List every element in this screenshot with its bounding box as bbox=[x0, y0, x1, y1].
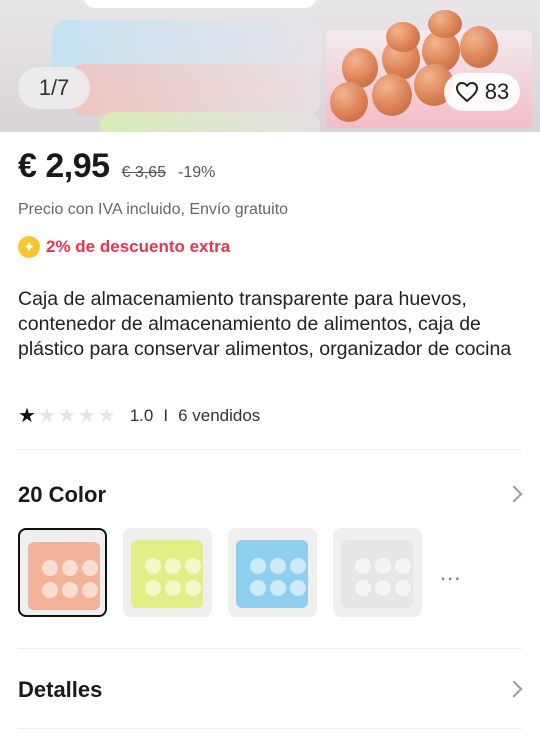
chevron-right-icon[interactable] bbox=[508, 683, 522, 697]
discount-percent: -19% bbox=[178, 164, 216, 181]
star-filled-icon: ★ bbox=[18, 405, 36, 427]
egg-slot bbox=[165, 558, 181, 574]
egg-slot bbox=[395, 558, 411, 574]
star-empty-icon: ★ bbox=[77, 405, 96, 427]
egg-slot bbox=[62, 560, 78, 576]
star-empty-icon: ★ bbox=[57, 405, 76, 427]
egg-slot bbox=[250, 580, 266, 596]
egg-slot bbox=[145, 580, 161, 596]
product-image-gallery[interactable]: 1/7 83 bbox=[0, 0, 540, 132]
tray-image-pink bbox=[70, 64, 320, 116]
extra-discount-text: 2% de descuento extra bbox=[46, 237, 231, 256]
color-swatch-list: ... bbox=[18, 528, 461, 617]
egg-slot bbox=[270, 580, 286, 596]
image-page-indicator: 1/7 bbox=[18, 67, 90, 109]
star-empty-icon: ★ bbox=[37, 405, 56, 427]
rating-separator: I bbox=[163, 405, 169, 425]
color-swatch-clear[interactable] bbox=[333, 528, 422, 617]
swatch-product-thumbnail bbox=[236, 540, 308, 608]
page-indicator-text: 1/7 bbox=[38, 75, 70, 100]
more-colors-ellipsis[interactable]: ... bbox=[440, 560, 461, 586]
heart-icon bbox=[455, 82, 478, 102]
tax-shipping-note: Precio con IVA incluido, Envío gratuito bbox=[18, 201, 289, 218]
rating-row[interactable]: ★ ★ ★ ★ ★ 1.0 I 6 vendidos bbox=[18, 403, 260, 428]
egg-slot bbox=[375, 558, 391, 574]
chevron-right-icon[interactable] bbox=[508, 488, 522, 502]
extra-discount-badge[interactable]: ✦ 2% de descuento extra bbox=[18, 236, 230, 258]
color-swatch-yellow-green[interactable] bbox=[123, 528, 212, 617]
swatch-product-thumbnail bbox=[131, 540, 203, 608]
egg-slot bbox=[185, 558, 201, 574]
egg-slot bbox=[165, 580, 181, 596]
swatch-product-thumbnail bbox=[28, 542, 100, 610]
egg-slot bbox=[42, 582, 58, 598]
egg bbox=[428, 10, 462, 38]
coin-icon: ✦ bbox=[18, 236, 40, 258]
current-price: € 2,95 bbox=[18, 147, 110, 185]
egg-slot bbox=[82, 560, 98, 576]
egg-slot bbox=[185, 580, 201, 596]
details-section-title[interactable]: Detalles bbox=[18, 677, 102, 703]
divider bbox=[18, 648, 522, 649]
color-swatch-orange[interactable] bbox=[18, 528, 107, 617]
egg-slot bbox=[375, 580, 391, 596]
top-search-pill bbox=[84, 0, 316, 8]
egg bbox=[372, 74, 412, 116]
product-title: Caja de almacenamiento transparente para… bbox=[18, 288, 512, 360]
favorite-button[interactable]: 83 bbox=[444, 73, 520, 111]
egg bbox=[330, 82, 368, 122]
star-empty-icon: ★ bbox=[97, 405, 116, 427]
egg-slot bbox=[250, 558, 266, 574]
egg bbox=[460, 26, 498, 68]
egg bbox=[386, 22, 420, 52]
original-price: € 3,65 bbox=[121, 164, 167, 181]
divider bbox=[18, 728, 522, 729]
price-row: € 2,95 € 3,65 -19% bbox=[18, 147, 215, 186]
divider bbox=[18, 449, 522, 450]
color-swatch-blue[interactable] bbox=[228, 528, 317, 617]
egg-slot bbox=[355, 558, 371, 574]
egg-slot bbox=[62, 582, 78, 598]
egg-slot bbox=[82, 582, 98, 598]
egg-slot bbox=[290, 558, 306, 574]
egg-slot bbox=[290, 580, 306, 596]
favorite-count: 83 bbox=[484, 79, 510, 104]
swatch-product-thumbnail bbox=[341, 540, 413, 608]
egg-slot bbox=[145, 558, 161, 574]
egg-slot bbox=[42, 560, 58, 576]
egg-slot bbox=[355, 580, 371, 596]
rating-value: 1.0 bbox=[129, 405, 154, 425]
sold-count: 6 vendidos bbox=[178, 405, 261, 425]
color-section-title[interactable]: 20 Color bbox=[18, 482, 106, 508]
egg-slot bbox=[395, 580, 411, 596]
egg-slot bbox=[270, 558, 286, 574]
rating-stars: ★ ★ ★ ★ ★ bbox=[18, 403, 116, 428]
tray-image-green bbox=[100, 112, 320, 132]
